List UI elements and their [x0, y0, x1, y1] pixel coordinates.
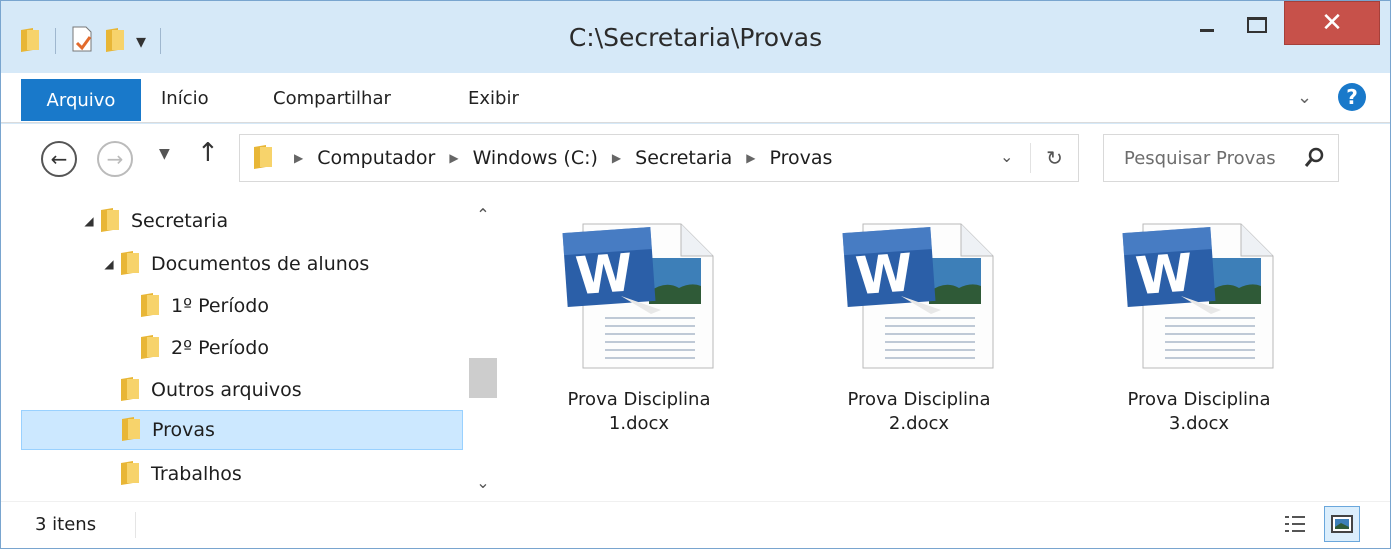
toolbar-separator: [160, 28, 162, 54]
folder-icon: [119, 459, 141, 490]
tree-item-trabalhos[interactable]: Trabalhos: [21, 454, 463, 494]
title-bar[interactable]: ▾ C:\Secretaria\Provas ✕: [1, 1, 1390, 73]
tab-share[interactable]: Compartilhar: [273, 73, 391, 123]
expand-ribbon-icon[interactable]: ⌄: [1297, 87, 1312, 108]
folder-icon[interactable]: [19, 26, 41, 56]
file-list-pane: W Prova Disciplina 1.docx W Prova Discip…: [499, 196, 1390, 501]
file-item[interactable]: W Prova Disciplina 1.docx: [529, 222, 749, 436]
address-dropdown-icon[interactable]: ⌄: [1000, 147, 1013, 166]
item-count: 3 itens: [35, 514, 97, 535]
tree-item-1o-periodo[interactable]: 1º Período: [21, 286, 463, 326]
minimize-icon: [1200, 28, 1214, 32]
address-bar[interactable]: ▶ Computador ▶ Windows (C:) ▶ Secretaria…: [239, 134, 1079, 182]
file-name: Prova Disciplina 2.docx: [847, 389, 991, 434]
search-placeholder: Pesquisar Provas: [1124, 147, 1276, 169]
search-input[interactable]: Pesquisar Provas: [1103, 134, 1339, 182]
breadcrumb-computer[interactable]: Computador: [317, 147, 435, 169]
status-bar: 3 itens: [1, 501, 1390, 548]
refresh-icon[interactable]: ↻: [1030, 143, 1078, 173]
ribbon-tabs: Arquivo Início Compartilhar Exibir ⌄ ?: [1, 73, 1390, 123]
folder-icon: [120, 415, 142, 446]
tree-item-2o-periodo[interactable]: 2º Período: [21, 328, 463, 368]
file-item[interactable]: W Prova Disciplina 3.docx: [1089, 222, 1309, 436]
tree-item-label: Documentos de alunos: [151, 253, 370, 275]
tree-item-outros-arquivos[interactable]: Outros arquivos: [21, 370, 463, 410]
tree-item-label: Trabalhos: [151, 463, 242, 485]
quick-access-toolbar: ▾: [19, 23, 165, 59]
recent-locations-icon[interactable]: ▼: [159, 146, 170, 162]
breadcrumb-chevron-icon[interactable]: ▶: [294, 151, 303, 165]
forward-button[interactable]: →: [97, 141, 133, 177]
tree-scrollbar[interactable]: ⌃ ⌄: [467, 196, 499, 501]
breadcrumb-secretaria[interactable]: Secretaria: [635, 147, 732, 169]
tab-file[interactable]: Arquivo: [21, 79, 141, 121]
properties-icon[interactable]: [70, 25, 94, 57]
tree-item-label: 1º Período: [171, 295, 269, 317]
scrollbar-thumb[interactable]: [469, 358, 497, 398]
help-icon[interactable]: ?: [1338, 83, 1366, 111]
tab-view[interactable]: Exibir: [468, 73, 519, 123]
file-item[interactable]: W Prova Disciplina 2.docx: [809, 222, 1029, 436]
minimize-button[interactable]: [1183, 1, 1231, 49]
tree-item-label: Outros arquivos: [151, 379, 302, 401]
customize-toolbar-icon[interactable]: ▾: [136, 31, 146, 51]
tree-item-label: 2º Período: [171, 337, 269, 359]
forward-arrow-icon: →: [106, 147, 124, 171]
status-divider: [135, 512, 136, 538]
word-document-icon: W: [561, 222, 717, 374]
word-document-icon: W: [841, 222, 997, 374]
folder-icon: [99, 206, 121, 237]
window-title: C:\Secretaria\Provas: [568, 23, 823, 52]
back-arrow-icon: ←: [50, 147, 68, 171]
collapse-arrow-icon[interactable]: ◢: [99, 257, 119, 271]
search-icon[interactable]: [1304, 147, 1324, 174]
scroll-up-icon[interactable]: ⌃: [467, 200, 499, 228]
tree-item-documentos-de-alunos[interactable]: ◢ Documentos de alunos: [21, 244, 463, 284]
large-icons-view-icon[interactable]: [1324, 506, 1360, 542]
word-document-icon: W: [1121, 222, 1277, 374]
breadcrumb-provas[interactable]: Provas: [770, 147, 833, 169]
scroll-down-icon[interactable]: ⌄: [467, 468, 499, 496]
folder-icon: [139, 333, 161, 364]
collapse-arrow-icon[interactable]: ◢: [79, 214, 99, 228]
details-view-icon[interactable]: [1279, 508, 1311, 540]
tab-home[interactable]: Início: [161, 73, 209, 123]
back-button[interactable]: ←: [41, 141, 77, 177]
breadcrumb-chevron-icon[interactable]: ▶: [612, 151, 621, 165]
folder-icon: [252, 143, 274, 174]
tree-item-provas[interactable]: Provas: [21, 410, 463, 450]
file-name: Prova Disciplina 1.docx: [567, 389, 711, 434]
maximize-button[interactable]: [1233, 1, 1281, 49]
breadcrumb-windows-c[interactable]: Windows (C:): [473, 147, 598, 169]
folder-icon: [119, 249, 141, 280]
close-icon: ✕: [1321, 8, 1343, 38]
folder-icon: [139, 291, 161, 322]
toolbar-separator: [55, 28, 56, 54]
explorer-window: ▾ C:\Secretaria\Provas ✕ Arquivo Início …: [0, 0, 1391, 549]
navigation-bar: ← → ▼ ↑ ▶ Computador ▶ Windows (C:) ▶ Se…: [1, 124, 1390, 196]
close-button[interactable]: ✕: [1284, 1, 1380, 45]
tree-item-secretaria[interactable]: ◢ Secretaria: [21, 201, 463, 241]
tree-item-label: Provas: [152, 419, 215, 441]
folder-icon: [119, 375, 141, 406]
new-folder-icon[interactable]: [104, 26, 126, 56]
maximize-icon: [1247, 17, 1267, 33]
breadcrumb-chevron-icon[interactable]: ▶: [746, 151, 755, 165]
tree-item-label: Secretaria: [131, 210, 229, 232]
file-name: Prova Disciplina 3.docx: [1127, 389, 1271, 434]
navigation-pane: ◢ Secretaria ◢ Documentos de alunos 1º P…: [1, 196, 499, 501]
up-arrow-icon[interactable]: ↑: [197, 138, 219, 168]
breadcrumb-chevron-icon[interactable]: ▶: [449, 151, 458, 165]
